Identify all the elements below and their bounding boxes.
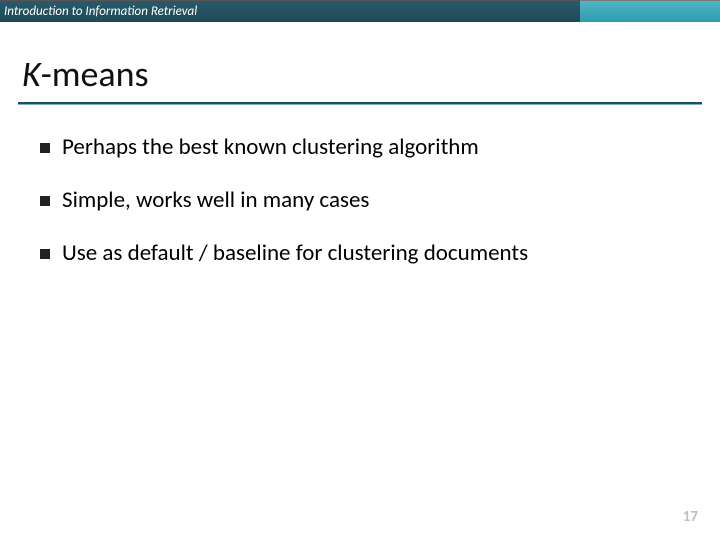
course-title: Introduction to Information Retrieval bbox=[0, 0, 580, 22]
bullet-icon bbox=[40, 249, 50, 259]
bullet-text: Simple, works well in many cases bbox=[62, 186, 369, 215]
bullet-list: Perhaps the best known clustering algori… bbox=[0, 105, 720, 267]
bullet-text: Use as default / baseline for clustering… bbox=[62, 239, 528, 268]
list-item: Use as default / baseline for clustering… bbox=[40, 239, 692, 268]
slide: Introduction to Information Retrieval K-… bbox=[0, 0, 720, 540]
page-number: 17 bbox=[683, 508, 698, 526]
title-rest: -means bbox=[41, 52, 149, 96]
header-accent bbox=[580, 0, 720, 22]
title-area: K-means bbox=[0, 22, 720, 96]
list-item: Simple, works well in many cases bbox=[40, 186, 692, 215]
list-item: Perhaps the best known clustering algori… bbox=[40, 133, 692, 162]
slide-title: K-means bbox=[22, 52, 720, 96]
bullet-icon bbox=[40, 196, 50, 206]
bullet-icon bbox=[40, 143, 50, 153]
bullet-text: Perhaps the best known clustering algori… bbox=[62, 133, 479, 162]
title-k: K bbox=[22, 52, 41, 96]
header-bar: Introduction to Information Retrieval bbox=[0, 0, 720, 22]
